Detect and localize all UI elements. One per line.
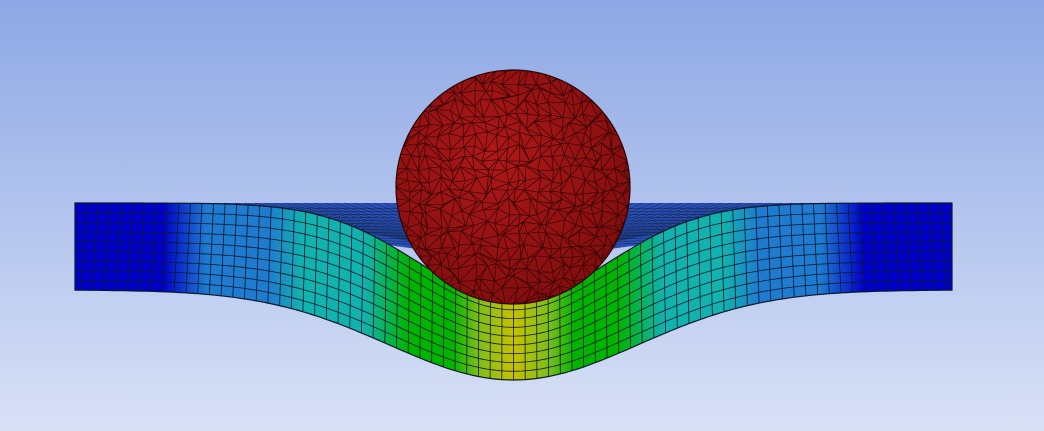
fea-model-render: [0, 0, 1044, 431]
fea-3d-viewport[interactable]: [0, 0, 1044, 431]
